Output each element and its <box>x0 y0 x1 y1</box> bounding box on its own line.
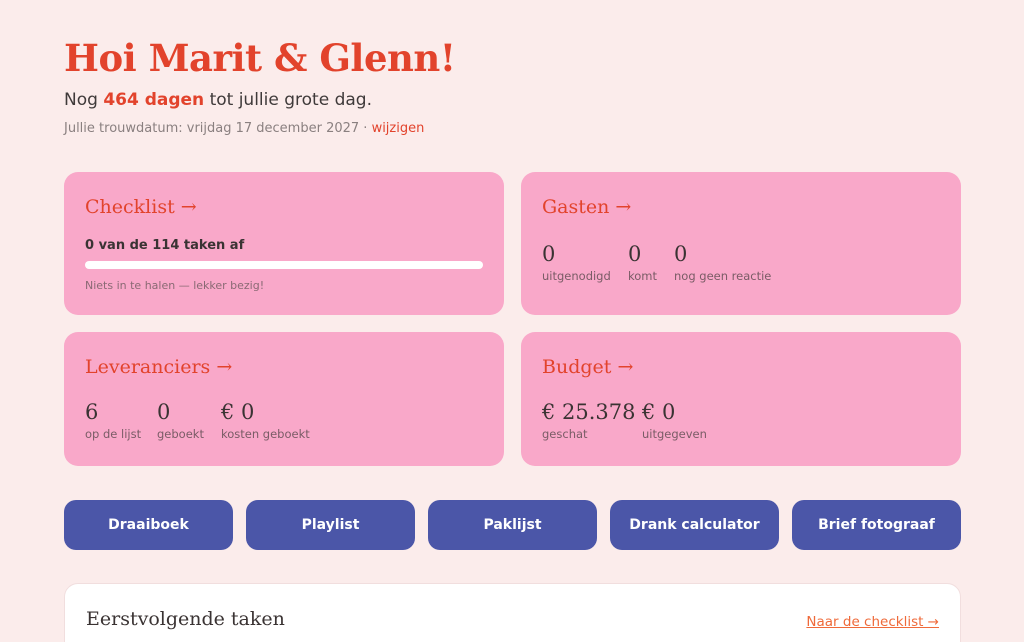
vendors-booked-label: geboekt <box>157 427 204 441</box>
guests-noreply-label: nog geen reactie <box>674 269 772 283</box>
guests-title[interactable]: Gasten → <box>542 196 631 218</box>
checklist-card[interactable]: Checklist → 0 van de 114 taken af Niets … <box>64 172 504 315</box>
paklijst-button[interactable]: Paklijst <box>428 500 597 550</box>
vendors-list-value: 6 <box>85 400 99 424</box>
checklist-progress-label: 0 van de 114 taken af <box>85 238 245 253</box>
vendors-card[interactable]: Leveranciers → 6 op de lijst 0 geboekt €… <box>64 332 504 466</box>
checklist-title[interactable]: Checklist → <box>85 196 197 218</box>
change-date-link[interactable]: wijzigen <box>372 121 425 136</box>
page-title: Hoi Marit & Glenn! <box>64 36 456 80</box>
vendors-list-stat: 6 op de lijst <box>85 400 141 441</box>
vendors-title[interactable]: Leveranciers → <box>85 356 232 378</box>
countdown-text: Nog 464 dagen tot jullie grote dag. <box>64 90 372 110</box>
checklist-progress-bar <box>85 261 483 269</box>
draaiboek-button[interactable]: Draaiboek <box>64 500 233 550</box>
wedding-date: Jullie trouwdatum: vrijdag 17 december 2… <box>64 121 424 136</box>
guests-coming-stat: 0 komt <box>628 242 657 283</box>
upcoming-tasks-title: Eerstvolgende taken <box>86 608 285 630</box>
guests-noreply-value: 0 <box>674 242 688 266</box>
drank-calculator-button[interactable]: Drank calculator <box>610 500 779 550</box>
wedding-date-text: Jullie trouwdatum: vrijdag 17 december 2… <box>64 121 372 136</box>
budget-estimated-value: € 25.378 <box>542 400 636 424</box>
guests-invited-label: uitgenodigd <box>542 269 611 283</box>
vendors-booked-value: 0 <box>157 400 171 424</box>
budget-spent-value: € 0 <box>642 400 676 424</box>
budget-card[interactable]: Budget → € 25.378 geschat € 0 uitgegeven <box>521 332 961 466</box>
vendors-cost-value: € 0 <box>221 400 255 424</box>
budget-estimated-label: geschat <box>542 427 588 441</box>
countdown-suffix: tot jullie grote dag. <box>204 90 372 110</box>
checklist-note: Niets in te halen — lekker bezig! <box>85 279 265 292</box>
brief-fotograaf-button[interactable]: Brief fotograaf <box>792 500 961 550</box>
vendors-booked-stat: 0 geboekt <box>157 400 204 441</box>
budget-title[interactable]: Budget → <box>542 356 633 378</box>
guests-invited-value: 0 <box>542 242 556 266</box>
playlist-button[interactable]: Playlist <box>246 500 415 550</box>
vendors-list-label: op de lijst <box>85 427 142 441</box>
guests-coming-label: komt <box>628 269 657 283</box>
countdown-days: 464 dagen <box>103 90 205 110</box>
vendors-cost-label: kosten geboekt <box>221 427 310 441</box>
budget-estimated-stat: € 25.378 geschat <box>542 400 636 441</box>
to-checklist-link[interactable]: Naar de checklist → <box>806 614 939 630</box>
budget-spent-label: uitgegeven <box>642 427 707 441</box>
countdown-prefix: Nog <box>64 90 104 110</box>
upcoming-tasks-panel: Eerstvolgende taken Naar de checklist → <box>64 583 961 642</box>
guests-noreply-stat: 0 nog geen reactie <box>674 242 771 283</box>
guests-invited-stat: 0 uitgenodigd <box>542 242 611 283</box>
guests-coming-value: 0 <box>628 242 642 266</box>
budget-spent-stat: € 0 uitgegeven <box>642 400 707 441</box>
guests-card[interactable]: Gasten → 0 uitgenodigd 0 komt 0 nog geen… <box>521 172 961 315</box>
vendors-cost-stat: € 0 kosten geboekt <box>221 400 310 441</box>
